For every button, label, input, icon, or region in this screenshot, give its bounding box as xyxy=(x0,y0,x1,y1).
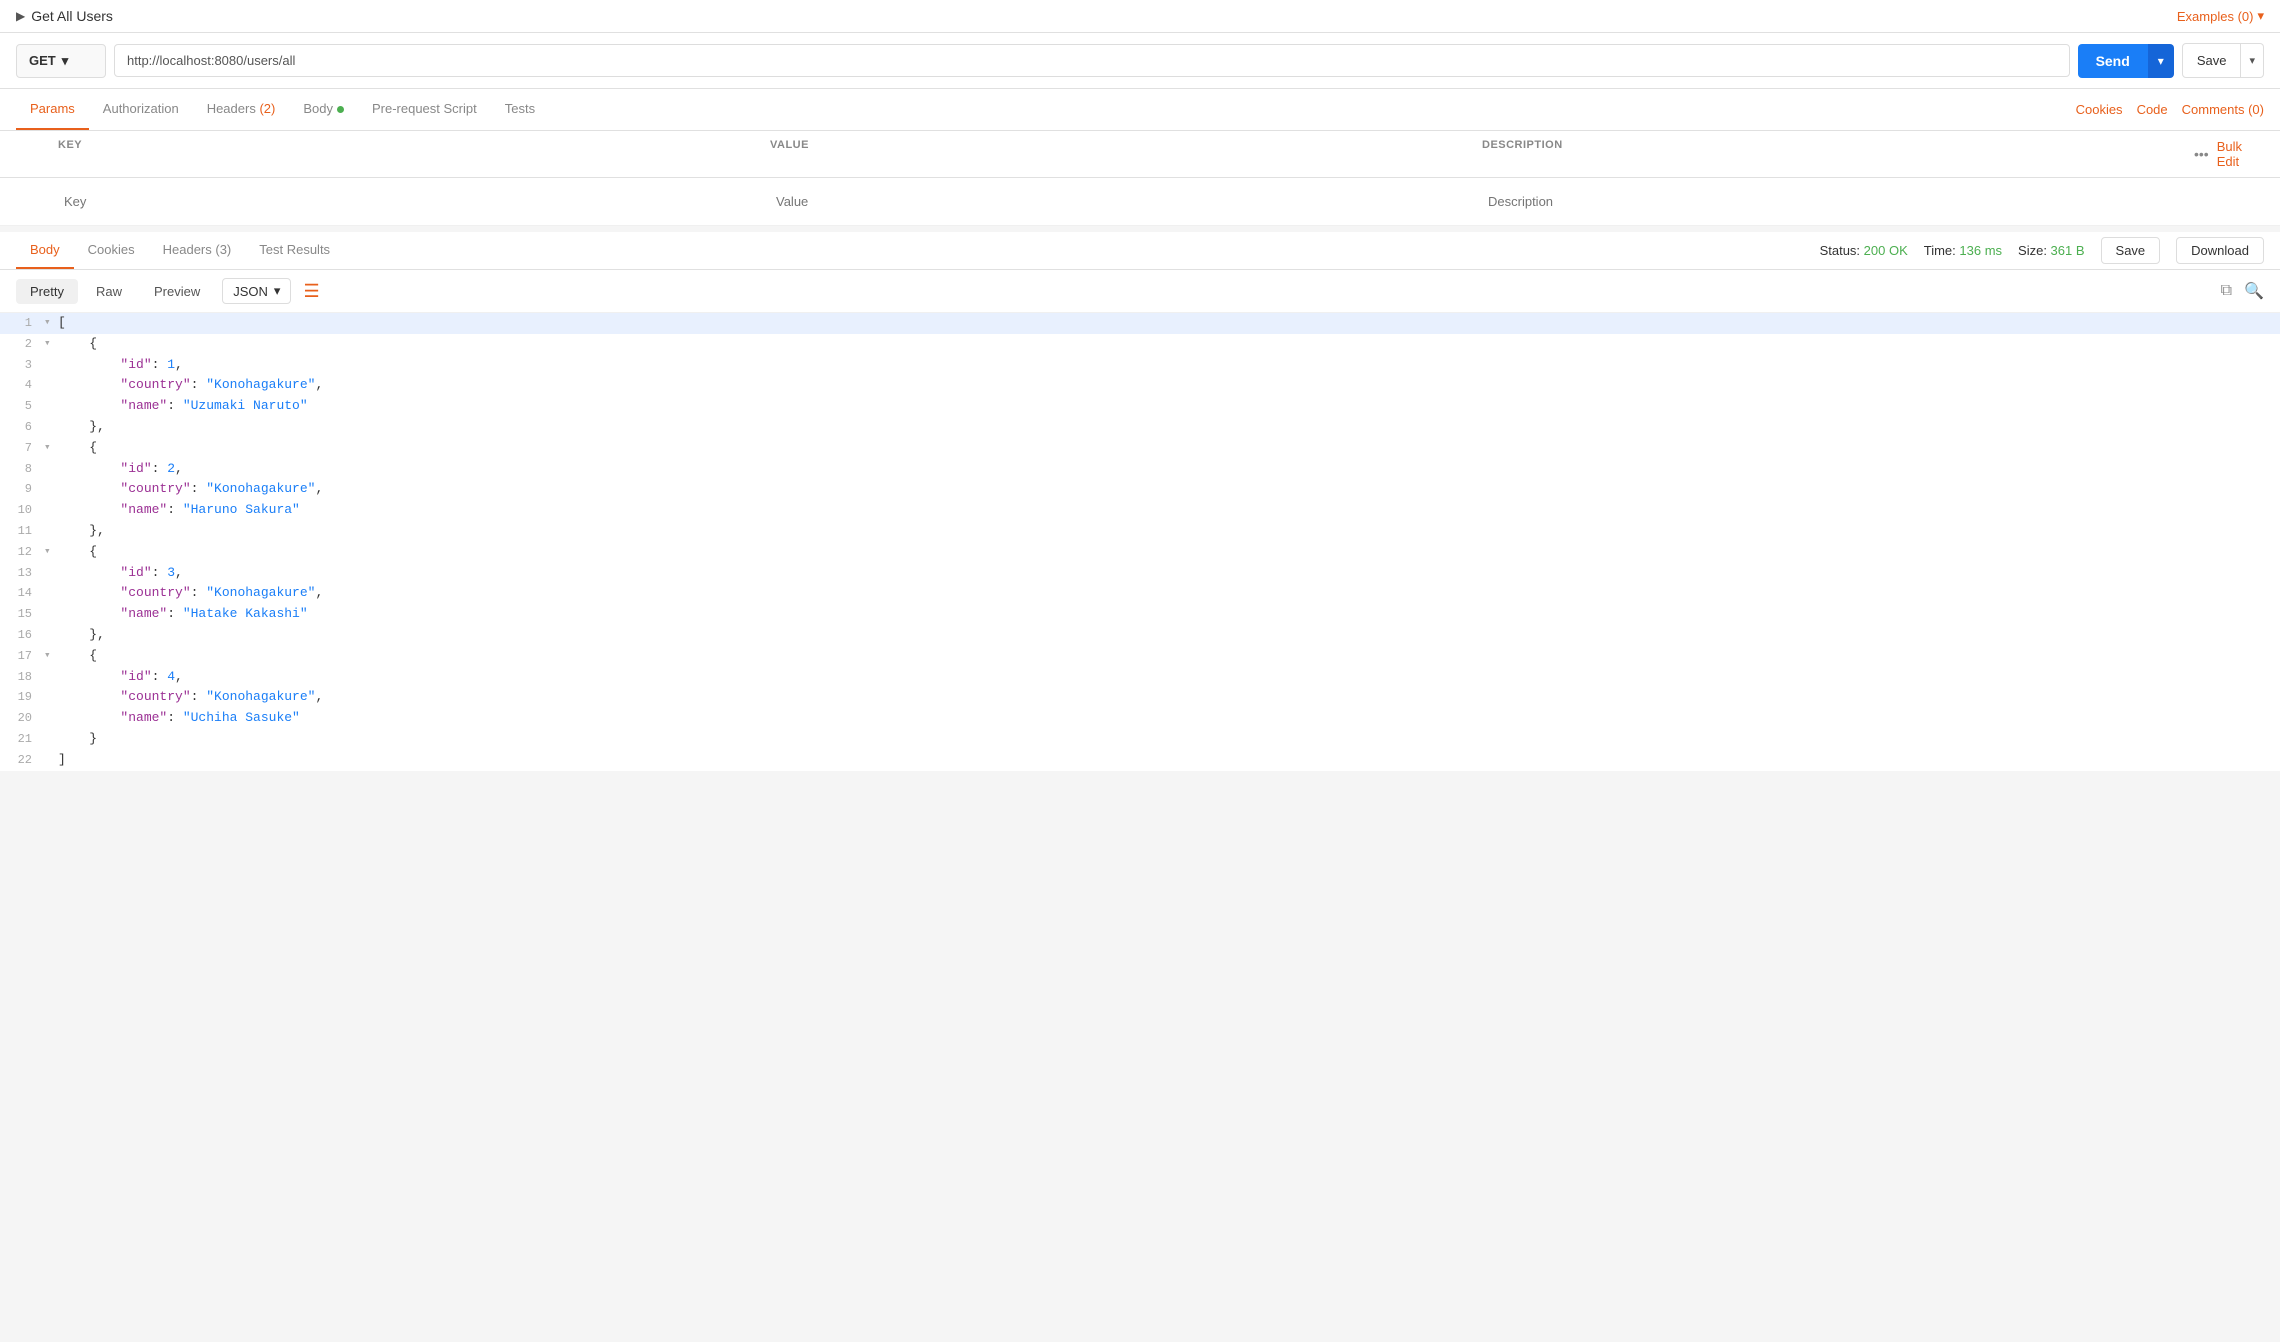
size-label: Size: 361 B xyxy=(2018,243,2085,258)
resp-tab-body[interactable]: Body xyxy=(16,232,74,269)
top-bar: ▶ Get All Users Examples (0) ▾ xyxy=(0,0,2280,33)
cookies-link[interactable]: Cookies xyxy=(2076,102,2123,117)
code-line: 19 "country": "Konohagakure", xyxy=(0,687,2280,708)
code-line: 6 }, xyxy=(0,417,2280,438)
params-key-header: KEY xyxy=(52,131,764,177)
code-line: 2▾ { xyxy=(0,334,2280,355)
params-check-col xyxy=(12,131,52,177)
code-line: 1▾[ xyxy=(0,313,2280,334)
key-input[interactable] xyxy=(58,186,758,217)
status-label: Status: 200 OK xyxy=(1820,243,1908,258)
params-value-header: VALUE xyxy=(764,131,1476,177)
resp-tab-testresults[interactable]: Test Results xyxy=(245,232,344,269)
resp-save-button[interactable]: Save xyxy=(2101,237,2161,264)
format-select[interactable]: JSON ▾ xyxy=(222,278,291,304)
fmt-tab-pretty[interactable]: Pretty xyxy=(16,279,78,304)
save-group: Save ▾ xyxy=(2182,43,2264,78)
request-title: Get All Users xyxy=(31,8,113,24)
request-tabs: Params Authorization Headers (2) Body Pr… xyxy=(0,89,2280,131)
tab-right-links: Cookies Code Comments (0) xyxy=(2076,102,2264,117)
save-button[interactable]: Save xyxy=(2182,43,2242,78)
code-line: 17▾ { xyxy=(0,646,2280,667)
code-line: 11 }, xyxy=(0,521,2280,542)
code-line: 14 "country": "Konohagakure", xyxy=(0,583,2280,604)
url-bar: GET ▾ Send ▾ Save ▾ xyxy=(0,33,2280,89)
code-line: 8 "id": 2, xyxy=(0,459,2280,480)
tab-body[interactable]: Body xyxy=(289,89,358,130)
examples-chevron-icon: ▾ xyxy=(2257,8,2264,24)
body-format-bar: Pretty Raw Preview JSON ▾ ☰ ⧉ 🔍 xyxy=(0,270,2280,313)
bulk-edit-button[interactable]: Bulk Edit xyxy=(2217,139,2262,169)
url-input[interactable] xyxy=(114,44,2070,77)
code-line: 3 "id": 1, xyxy=(0,355,2280,376)
size-value: 361 B xyxy=(2051,243,2085,258)
examples-link[interactable]: Examples (0) ▾ xyxy=(2177,8,2264,24)
code-link[interactable]: Code xyxy=(2137,102,2168,117)
code-line: 15 "name": "Hatake Kakashi" xyxy=(0,604,2280,625)
code-area: 1▾[2▾ {3 "id": 1,4 "country": "Konohagak… xyxy=(0,313,2280,771)
code-line: 13 "id": 3, xyxy=(0,563,2280,584)
code-line: 16 }, xyxy=(0,625,2280,646)
time-label: Time: 136 ms xyxy=(1924,243,2002,258)
code-line: 21 } xyxy=(0,729,2280,750)
send-group: Send ▾ xyxy=(2078,44,2174,78)
tab-prerequest[interactable]: Pre-request Script xyxy=(358,89,491,130)
code-line: 18 "id": 4, xyxy=(0,667,2280,688)
search-icon[interactable]: 🔍 xyxy=(2244,281,2264,301)
params-row xyxy=(0,178,2280,226)
send-button[interactable]: Send xyxy=(2078,44,2148,78)
response-meta: Status: 200 OK Time: 136 ms Size: 361 B … xyxy=(1820,237,2264,264)
code-line: 10 "name": "Haruno Sakura" xyxy=(0,500,2280,521)
copy-icon[interactable]: ⧉ xyxy=(2221,282,2232,300)
code-line: 9 "country": "Konohagakure", xyxy=(0,479,2280,500)
more-icon[interactable]: ••• xyxy=(2194,146,2209,162)
tab-params[interactable]: Params xyxy=(16,89,89,130)
method-label: GET xyxy=(29,53,56,68)
send-label: Send xyxy=(2096,53,2130,69)
comments-link[interactable]: Comments (0) xyxy=(2182,102,2264,117)
tab-headers[interactable]: Headers (2) xyxy=(193,89,290,130)
chevron-right-icon: ▶ xyxy=(16,9,25,23)
code-line: 20 "name": "Uchiha Sasuke" xyxy=(0,708,2280,729)
status-value: 200 OK xyxy=(1864,243,1908,258)
fmt-tab-preview[interactable]: Preview xyxy=(140,279,214,304)
code-line: 5 "name": "Uzumaki Naruto" xyxy=(0,396,2280,417)
fmt-tab-raw[interactable]: Raw xyxy=(82,279,136,304)
format-chevron-icon: ▾ xyxy=(274,283,281,299)
params-desc-header: DESCRIPTION xyxy=(1476,131,2188,177)
params-header: KEY VALUE DESCRIPTION ••• Bulk Edit xyxy=(0,131,2280,178)
save-label: Save xyxy=(2197,53,2227,68)
method-select[interactable]: GET ▾ xyxy=(16,44,106,78)
resp-tab-headers[interactable]: Headers (3) xyxy=(149,232,246,269)
response-tabs-bar: Body Cookies Headers (3) Test Results St… xyxy=(0,232,2280,270)
tab-tests[interactable]: Tests xyxy=(491,89,549,130)
code-line: 12▾ { xyxy=(0,542,2280,563)
time-value: 136 ms xyxy=(1959,243,2002,258)
description-input[interactable] xyxy=(1482,186,2182,217)
format-select-label: JSON xyxy=(233,284,268,299)
resp-tab-cookies[interactable]: Cookies xyxy=(74,232,149,269)
params-actions-header: ••• Bulk Edit xyxy=(2188,131,2268,177)
resp-download-button[interactable]: Download xyxy=(2176,237,2264,264)
code-line: 22] xyxy=(0,750,2280,771)
wrap-icon[interactable]: ☰ xyxy=(303,281,319,302)
response-section: Body Cookies Headers (3) Test Results St… xyxy=(0,232,2280,771)
tab-authorization[interactable]: Authorization xyxy=(89,89,193,130)
code-line: 4 "country": "Konohagakure", xyxy=(0,375,2280,396)
send-dropdown-button[interactable]: ▾ xyxy=(2148,44,2174,78)
code-line: 7▾ { xyxy=(0,438,2280,459)
value-input[interactable] xyxy=(770,186,1470,217)
method-chevron-icon: ▾ xyxy=(62,53,69,69)
examples-label: Examples (0) xyxy=(2177,9,2254,24)
request-name: ▶ Get All Users xyxy=(16,8,113,24)
params-section: KEY VALUE DESCRIPTION ••• Bulk Edit xyxy=(0,131,2280,226)
save-dropdown-button[interactable]: ▾ xyxy=(2241,43,2264,78)
